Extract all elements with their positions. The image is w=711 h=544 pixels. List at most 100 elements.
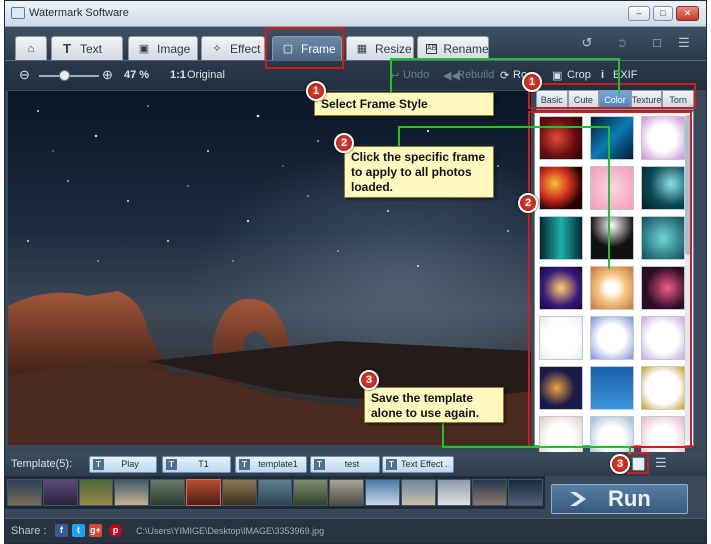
filmstrip-thumbnail[interactable] [221,479,257,506]
image-icon: ▣ [138,43,150,55]
zoom-percent: 47 % [124,69,150,81]
connector-line [390,58,620,60]
text-template-icon: T [166,459,177,470]
connector-line [442,446,631,448]
run-arrow-icon [570,492,586,506]
undo-history-icon[interactable]: ↺ [575,32,599,54]
template-chip[interactable]: T Text Effect ... [382,456,454,473]
step-number-badge: 3 [610,454,630,474]
filmstrip-thumbnail[interactable] [436,479,472,506]
text-template-icon: T [239,459,250,470]
info-icon: i [601,69,605,81]
magic-wand-icon: ✧ [212,43,222,55]
callout-select-frame-style: Select Frame Style [314,92,494,116]
save-icon-highlight [627,452,649,474]
app-logo-icon [11,7,25,19]
style-tabs-highlight [528,83,696,109]
tab-text[interactable]: T Text [51,36,123,60]
run-button-label: Run [608,486,651,511]
main-toolbar: ⌂ T Text ▣ Image ✧ Effect ▢ Frame ▦ Resi… [5,28,706,60]
filmstrip-thumbnail[interactable] [185,479,221,506]
template-list-icon[interactable]: ☰ [655,455,667,471]
chat-icon[interactable]: □ [645,32,669,54]
template-count-label: Template(5): [11,458,73,470]
google-plus-icon[interactable]: g+ [89,524,102,537]
filmstrip-thumbnail[interactable] [150,479,185,506]
template-bar: Template(5): T Play T T1 T template1 T t… [5,452,706,476]
zoom-slider-handle[interactable] [59,70,70,81]
step-number-badge: 2 [334,133,354,153]
text-template-icon: T [93,459,104,470]
filmstrip-thumbnail[interactable] [400,479,436,506]
filmstrip-thumbnail[interactable] [78,479,114,506]
connector-line [398,126,610,128]
template-chip[interactable]: T T1 [162,456,231,473]
tab-image-label: Image [157,41,191,56]
step-number-badge: 1 [306,81,326,101]
crop-button[interactable]: Crop [567,69,591,81]
filmstrip-thumbnail[interactable] [7,479,42,506]
original-size-icon[interactable]: 1:1 [170,69,186,81]
filmstrip-thumbnail[interactable] [472,479,508,506]
tab-rename-label: Rename [443,41,489,56]
filmstrip-thumbnail[interactable] [257,479,293,506]
original-button[interactable]: Original [187,69,225,81]
connector-line [398,126,400,148]
text-template-icon: T [386,459,397,470]
twitter-icon[interactable]: t [72,524,85,537]
connector-line [608,126,610,269]
tab-text-label: Text [80,41,103,56]
photo-filmstrip [5,476,545,509]
template-chip[interactable]: T test [310,456,380,473]
filmstrip-thumbnail[interactable] [508,479,543,506]
connector-line [390,58,392,92]
tab-image[interactable]: ▣ Image [128,36,198,60]
rebuild-button[interactable]: Rebuild [457,69,494,81]
filmstrip-thumbnail[interactable] [114,479,150,506]
filmstrip-thumbnail[interactable] [293,479,329,506]
text-icon: T [63,41,71,56]
tab-resize[interactable]: ▦ Resize [346,36,414,60]
rotate-icon: ⟳ [500,70,510,82]
pinterest-icon[interactable]: p [109,524,122,537]
rename-icon: AB [426,43,438,54]
callout-save-template: Save the template alone to use again. [364,387,504,423]
run-button[interactable]: Run [551,484,688,514]
connector-line [442,422,444,446]
resize-icon: ▦ [356,43,368,55]
home-icon: ⌂ [27,42,35,55]
status-bar: Share : f t g+ p C:\Users\YIMIGE\Desktop… [5,518,706,543]
settings-list-icon[interactable]: ☰ [672,32,696,54]
connector-line [618,58,620,94]
zoom-out-icon[interactable]: ⊖ [19,67,30,83]
tab-rename[interactable]: AB Rename [417,36,489,60]
step-number-badge: 1 [522,72,542,92]
exif-button[interactable]: EXIF [613,69,637,81]
template-chip[interactable]: T Play [89,456,157,473]
crop-icon: ▣ [552,70,563,82]
callout-click-frame: Click the specific frame to apply to all… [344,146,494,198]
filmstrip-thumbnail[interactable] [42,479,78,506]
tab-effect[interactable]: ✧ Effect [201,36,265,60]
filmstrip-thumbnail[interactable] [364,479,400,506]
connector-line [629,446,631,454]
maximize-button[interactable]: □ [653,6,673,21]
tab-effect-label: Effect [230,41,261,56]
gallery-highlight [528,111,692,448]
step-number-badge: 3 [359,370,379,390]
step-number-badge: 2 [518,193,538,213]
frame-tab-highlight [265,27,344,69]
template-chip[interactable]: T template1 [235,456,307,473]
minimize-button[interactable]: – [628,6,650,21]
close-button[interactable]: ✕ [676,6,699,21]
tab-home[interactable]: ⌂ [15,36,47,60]
redo-history-icon[interactable]: ➲ [610,32,634,54]
facebook-icon[interactable]: f [55,524,68,537]
title-bar: Watermark Software – □ ✕ [5,1,706,27]
filmstrip-thumbnail[interactable] [329,479,364,506]
undo-button[interactable]: Undo [403,69,429,81]
text-template-icon: T [314,459,325,470]
zoom-in-icon[interactable]: ⊕ [102,67,113,83]
file-path: C:\Users\YIMIGE\Desktop\IMAGE\3353969.jp… [136,526,325,536]
window-title: Watermark Software [29,7,129,19]
